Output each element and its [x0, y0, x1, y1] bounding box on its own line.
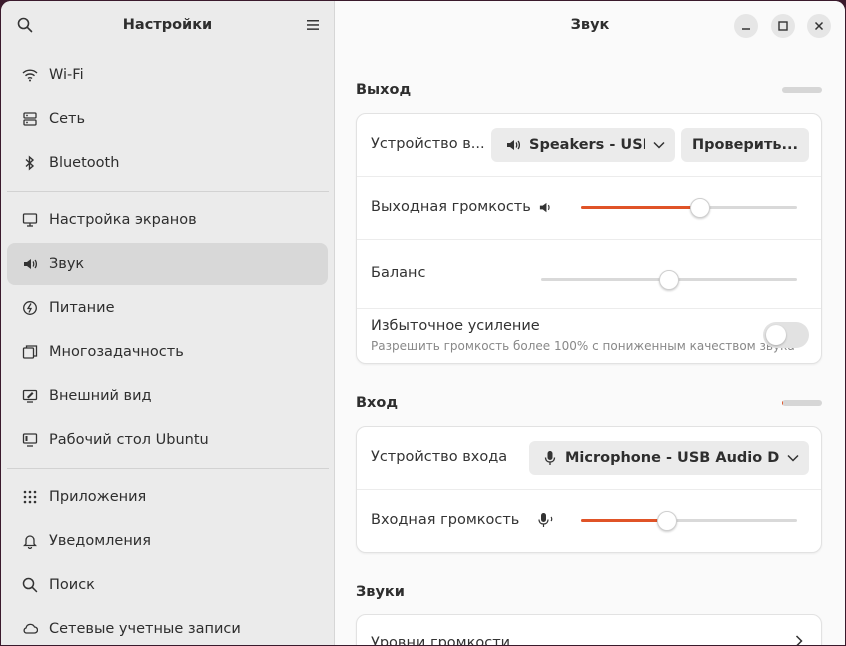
output-volume-label: Выходная громкость	[371, 199, 531, 215]
sounds-card: Уровни громкости	[356, 614, 822, 645]
microphone-icon	[543, 450, 557, 466]
sidebar-item-wifi[interactable]: Wi-Fi	[7, 54, 328, 96]
toggle-knob	[766, 325, 786, 345]
test-speakers-button[interactable]: Проверить...	[681, 128, 809, 162]
sidebar-item-power[interactable]: Питание	[7, 287, 328, 329]
slider-knob[interactable]	[690, 198, 710, 218]
output-device-row: Устройство в... Speakers - USB... Провер…	[357, 114, 821, 177]
sidebar-item-label: Внешний вид	[49, 388, 152, 404]
sidebar-item-label: Сетевые учетные записи	[49, 621, 241, 637]
sidebar-item-label: Рабочий стол Ubuntu	[49, 432, 209, 448]
input-heading: Вход	[356, 395, 399, 411]
sidebar-separator	[7, 468, 329, 469]
sidebar-item-label: Wi-Fi	[49, 67, 84, 83]
network-icon	[21, 110, 39, 128]
input-device-value: Microphone - USB Audio Dev...	[565, 450, 779, 466]
input-volume-row: Входная громкость	[357, 490, 821, 552]
sidebar-item-ubuntu-desktop[interactable]: Рабочий стол Ubuntu	[7, 419, 328, 461]
appearance-icon	[21, 387, 39, 405]
sidebar-item-label: Приложения	[49, 489, 147, 505]
output-device-dropdown[interactable]: Speakers - USB...	[491, 128, 675, 162]
output-device-label: Устройство в...	[371, 136, 485, 152]
output-card: Устройство в... Speakers - USB... Провер…	[356, 113, 822, 364]
overamplification-label: Избыточное усиление	[371, 318, 540, 334]
sidebar-separator	[7, 191, 329, 192]
search-icon	[21, 576, 39, 594]
microphone-volume-icon	[538, 512, 556, 532]
sidebar-item-label: Уведомления	[49, 533, 151, 549]
page-title: Звук	[570, 17, 610, 33]
sidebar-list: Wi-Fi Сеть Bluetooth Настройка экранов Звук П…	[7, 54, 329, 645]
sidebar-item-speaker[interactable]: Звук	[7, 243, 328, 285]
slider-knob[interactable]	[659, 270, 679, 290]
multitasking-icon	[21, 343, 39, 361]
chevron-right-icon	[795, 635, 803, 645]
hamburger-menu-icon[interactable]	[303, 15, 323, 35]
sidebar-item-label: Bluetooth	[49, 155, 120, 171]
sidebar-item-appearance[interactable]: Внешний вид	[7, 375, 328, 417]
input-level-fill	[782, 400, 784, 406]
bell-icon	[21, 532, 39, 550]
sidebar-item-multitasking[interactable]: Многозадачность	[7, 331, 328, 373]
sidebar-item-search[interactable]: Поиск	[7, 564, 328, 606]
output-device-value: Speakers - USB...	[529, 137, 645, 153]
overamplification-toggle[interactable]	[763, 322, 809, 348]
sidebar-item-display[interactable]: Настройка экранов	[7, 199, 328, 241]
output-volume-row: Выходная громкость	[357, 177, 821, 240]
slider-fill	[581, 206, 700, 209]
sidebar-item-label: Сеть	[49, 111, 86, 127]
overamplification-row: Избыточное усиление Разрешить громкость …	[357, 309, 821, 363]
sidebar-item-bell[interactable]: Уведомления	[7, 520, 328, 562]
main-panel: Звук Выход Устройство в... Speakers - US…	[335, 1, 845, 645]
input-device-label: Устройство входа	[371, 449, 508, 465]
chevron-down-icon	[787, 454, 799, 462]
sidebar-title: Настройки	[122, 17, 213, 33]
minimize-button[interactable]	[734, 14, 758, 38]
maximize-button[interactable]	[771, 14, 795, 38]
input-level-meter	[782, 400, 822, 406]
sidebar-item-label: Питание	[49, 300, 115, 316]
slider-knob[interactable]	[657, 511, 677, 531]
output-level-meter	[782, 87, 822, 93]
sidebar-item-network[interactable]: Сеть	[7, 98, 328, 140]
settings-window: Настройки Wi-Fi Сеть Bluetooth Настройка эк…	[1, 1, 845, 645]
sidebar-item-label: Поиск	[49, 577, 95, 593]
balance-slider[interactable]	[541, 270, 797, 290]
volume-levels-row[interactable]: Уровни громкости	[357, 615, 821, 645]
input-device-dropdown[interactable]: Microphone - USB Audio Dev...	[529, 441, 809, 475]
sidebar-item-cloud[interactable]: Сетевые учетные записи	[7, 608, 328, 645]
speaker-icon	[21, 255, 39, 273]
output-heading: Выход	[356, 82, 412, 98]
close-button[interactable]	[807, 14, 831, 38]
display-icon	[21, 211, 39, 229]
sidebar: Настройки Wi-Fi Сеть Bluetooth Настройка эк…	[1, 1, 335, 645]
wifi-icon	[21, 66, 39, 84]
sidebar-item-bluetooth[interactable]: Bluetooth	[7, 142, 328, 184]
chevron-down-icon	[653, 141, 665, 149]
sidebar-item-label: Звук	[49, 256, 85, 272]
slider-fill	[581, 519, 667, 522]
speaker-volume-icon	[538, 200, 553, 219]
overamplification-description: Разрешить громкость более 100% с понижен…	[371, 339, 795, 353]
input-device-row: Устройство входа Microphone - USB Audio …	[357, 427, 821, 490]
sidebar-header: Настройки	[1, 1, 334, 51]
output-volume-slider[interactable]	[581, 198, 797, 218]
cloud-icon	[21, 620, 39, 638]
sidebar-item-label: Настройка экранов	[49, 212, 197, 228]
ubuntu-desktop-icon	[21, 431, 39, 449]
apps-grid-icon	[21, 488, 39, 506]
input-volume-slider[interactable]	[581, 511, 797, 531]
power-icon	[21, 299, 39, 317]
sidebar-item-label: Многозадачность	[49, 344, 184, 360]
input-card: Устройство входа Microphone - USB Audio …	[356, 426, 822, 553]
sounds-heading: Звуки	[356, 584, 405, 600]
input-volume-label: Входная громкость	[371, 512, 520, 528]
bluetooth-icon	[21, 154, 39, 172]
balance-row: Баланс	[357, 240, 821, 309]
volume-levels-label: Уровни громкости	[371, 635, 511, 645]
speaker-icon	[505, 137, 521, 153]
sidebar-item-apps-grid[interactable]: Приложения	[7, 476, 328, 518]
balance-label: Баланс	[371, 265, 426, 281]
